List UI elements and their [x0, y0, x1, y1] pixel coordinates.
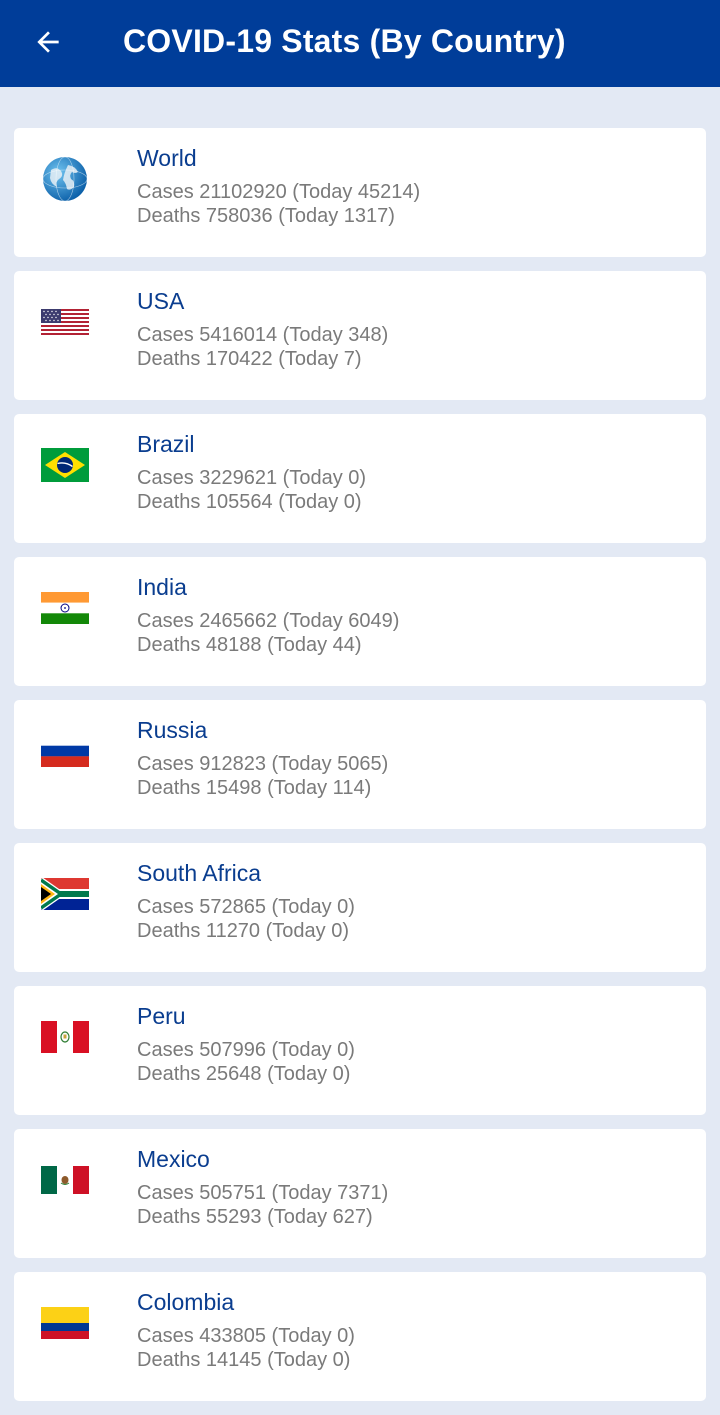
- page-title: COVID-19 Stats (By Country): [123, 23, 566, 59]
- country-name: Mexico: [137, 1146, 210, 1172]
- app-bar: COVID-19 Stats (By Country): [0, 0, 720, 87]
- flag-india-icon: [41, 584, 89, 632]
- deaths-text: Deaths 15498 (Today 114): [137, 777, 372, 799]
- cases-text: Cases 2465662 (Today 6049): [137, 610, 400, 632]
- country-card-colombia[interactable]: Colombia Cases 433805 (Today 0) Deaths 1…: [14, 1272, 706, 1401]
- deaths-text: Deaths 170422 (Today 7): [137, 348, 362, 370]
- flag-brazil-icon: [41, 441, 89, 489]
- flag-mexico-icon: [41, 1156, 89, 1204]
- country-name: Colombia: [137, 1289, 235, 1315]
- deaths-text: Deaths 14145 (Today 0): [137, 1349, 351, 1371]
- country-card-india[interactable]: India Cases 2465662 (Today 6049) Deaths …: [14, 557, 706, 686]
- country-name: World: [137, 145, 197, 171]
- flag-colombia-icon: [41, 1299, 89, 1347]
- country-card-mexico[interactable]: Mexico Cases 505751 (Today 7371) Deaths …: [14, 1129, 706, 1258]
- country-name: Brazil: [137, 431, 195, 457]
- country-name: Russia: [137, 717, 208, 743]
- deaths-text: Deaths 105564 (Today 0): [137, 491, 362, 513]
- deaths-text: Deaths 55293 (Today 627): [137, 1206, 373, 1228]
- flag-south-africa-icon: [41, 870, 89, 918]
- country-card-south-africa[interactable]: South Africa Cases 572865 (Today 0) Deat…: [14, 843, 706, 972]
- back-button[interactable]: [28, 22, 68, 62]
- flag-russia-icon: [41, 727, 89, 775]
- deaths-text: Deaths 758036 (Today 1317): [137, 205, 395, 227]
- flag-usa-icon: [41, 298, 89, 346]
- globe-icon: [41, 155, 89, 203]
- deaths-text: Deaths 48188 (Today 44): [137, 634, 362, 656]
- country-name: Peru: [137, 1003, 186, 1029]
- country-card-brazil[interactable]: Brazil Cases 3229621 (Today 0) Deaths 10…: [14, 414, 706, 543]
- cases-text: Cases 3229621 (Today 0): [137, 467, 367, 489]
- deaths-text: Deaths 11270 (Today 0): [137, 920, 349, 942]
- cases-text: Cases 505751 (Today 7371): [137, 1182, 389, 1204]
- country-name: South Africa: [137, 860, 262, 886]
- arrow-left-icon: [37, 31, 59, 53]
- flag-peru-icon: [41, 1013, 89, 1061]
- cases-text: Cases 21102920 (Today 45214): [137, 181, 421, 203]
- cases-text: Cases 572865 (Today 0): [137, 896, 355, 918]
- country-card-usa[interactable]: USA Cases 5416014 (Today 348) Deaths 170…: [14, 271, 706, 400]
- cases-text: Cases 507996 (Today 0): [137, 1039, 355, 1061]
- country-card-world[interactable]: World Cases 21102920 (Today 45214) Death…: [14, 128, 706, 257]
- country-name: USA: [137, 288, 185, 314]
- country-list: World Cases 21102920 (Today 45214) Death…: [14, 128, 706, 1415]
- country-name: India: [137, 574, 187, 600]
- cases-text: Cases 5416014 (Today 348): [137, 324, 389, 346]
- country-card-peru[interactable]: Peru Cases 507996 (Today 0) Deaths 25648…: [14, 986, 706, 1115]
- cases-text: Cases 912823 (Today 5065): [137, 753, 389, 775]
- deaths-text: Deaths 25648 (Today 0): [137, 1063, 351, 1085]
- cases-text: Cases 433805 (Today 0): [137, 1325, 355, 1347]
- country-card-russia[interactable]: Russia Cases 912823 (Today 5065) Deaths …: [14, 700, 706, 829]
